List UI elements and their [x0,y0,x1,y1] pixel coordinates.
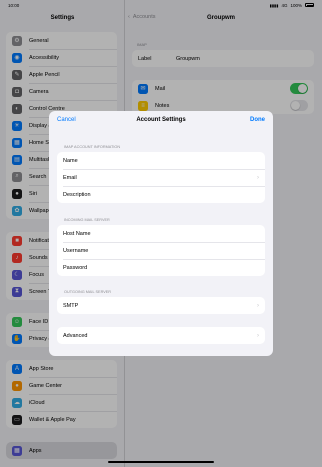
home-indicator [108,461,214,463]
advanced-row[interactable]: Advanced › [57,327,265,344]
done-button[interactable]: Done [250,117,265,123]
username-label: Username [63,247,89,254]
advanced-label: Advanced [63,332,88,339]
chevron-right-icon: › [257,332,259,339]
modal-title: Account Settings [136,117,186,123]
chevron-right-icon: › [257,174,259,181]
username-row[interactable]: Username [57,242,265,259]
name-row[interactable]: Name [57,152,265,169]
host-name-label: Host Name [63,230,91,237]
incoming-server-caption: INCOMING MAIL SERVER [64,218,110,222]
account-settings-modal: Cancel Account Settings Done IMAP ACCOUN… [49,111,273,356]
password-label: Password [63,264,88,271]
modal-header: Cancel Account Settings Done [49,111,273,131]
incoming-server-card: Host Name Username Password [57,225,265,276]
imap-account-card: Name Email › Description [57,152,265,203]
name-label: Name [63,157,78,164]
password-row[interactable]: Password [57,259,265,276]
smtp-row[interactable]: SMTP › [57,297,265,314]
host-name-row[interactable]: Host Name [57,225,265,242]
email-label: Email [63,174,77,181]
smtp-label: SMTP [63,302,79,309]
outgoing-server-card: SMTP › [57,297,265,314]
advanced-card: Advanced › [57,327,265,344]
description-row[interactable]: Description [57,186,265,203]
imap-account-caption: IMAP ACCOUNT INFORMATION [64,145,121,149]
chevron-right-icon: › [257,302,259,309]
outgoing-server-caption: OUTGOING MAIL SERVER [64,290,112,294]
description-label: Description [63,191,91,198]
email-row[interactable]: Email › [57,169,265,186]
